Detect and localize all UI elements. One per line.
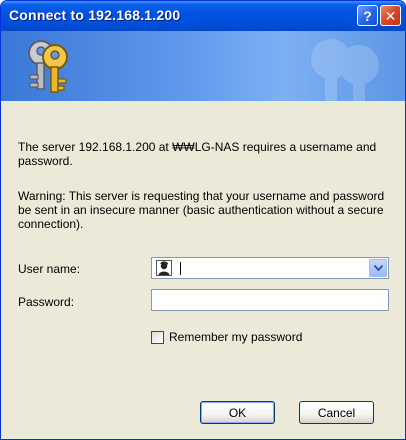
remember-password-label[interactable]: Remember my password (169, 330, 302, 344)
login-dialog: Connect to 192.168.1.200 ? ✕ The server … (0, 0, 406, 440)
ok-button[interactable]: OK (200, 401, 275, 424)
keys-watermark-icon (311, 39, 379, 101)
username-dropdown-button[interactable] (369, 259, 387, 277)
help-button[interactable]: ? (357, 5, 378, 26)
remember-password-option[interactable]: Remember my password (151, 329, 302, 345)
help-icon: ? (363, 7, 372, 24)
username-combobox[interactable] (151, 257, 389, 279)
close-button[interactable]: ✕ (380, 5, 401, 26)
title-bar[interactable]: Connect to 192.168.1.200 ? ✕ (1, 1, 405, 31)
dialog-banner (1, 31, 405, 101)
security-warning: Warning: This server is requesting that … (18, 189, 385, 231)
server-message: The server 192.168.1.200 at ₩₩LG-NAS req… (18, 140, 377, 168)
username-label: User name: (18, 262, 81, 276)
dialog-body: The server 192.168.1.200 at ₩₩LG-NAS req… (1, 101, 405, 439)
password-label: Password: (18, 295, 75, 309)
close-icon: ✕ (384, 7, 397, 24)
window-title: Connect to 192.168.1.200 (9, 7, 181, 23)
chevron-down-icon (373, 265, 383, 271)
password-input[interactable] (151, 289, 389, 311)
user-icon (156, 260, 172, 276)
cancel-button[interactable]: Cancel (299, 401, 374, 424)
keys-icon (28, 40, 68, 93)
text-cursor (180, 262, 181, 275)
remember-password-checkbox[interactable] (151, 330, 164, 344)
username-input[interactable] (178, 259, 358, 277)
